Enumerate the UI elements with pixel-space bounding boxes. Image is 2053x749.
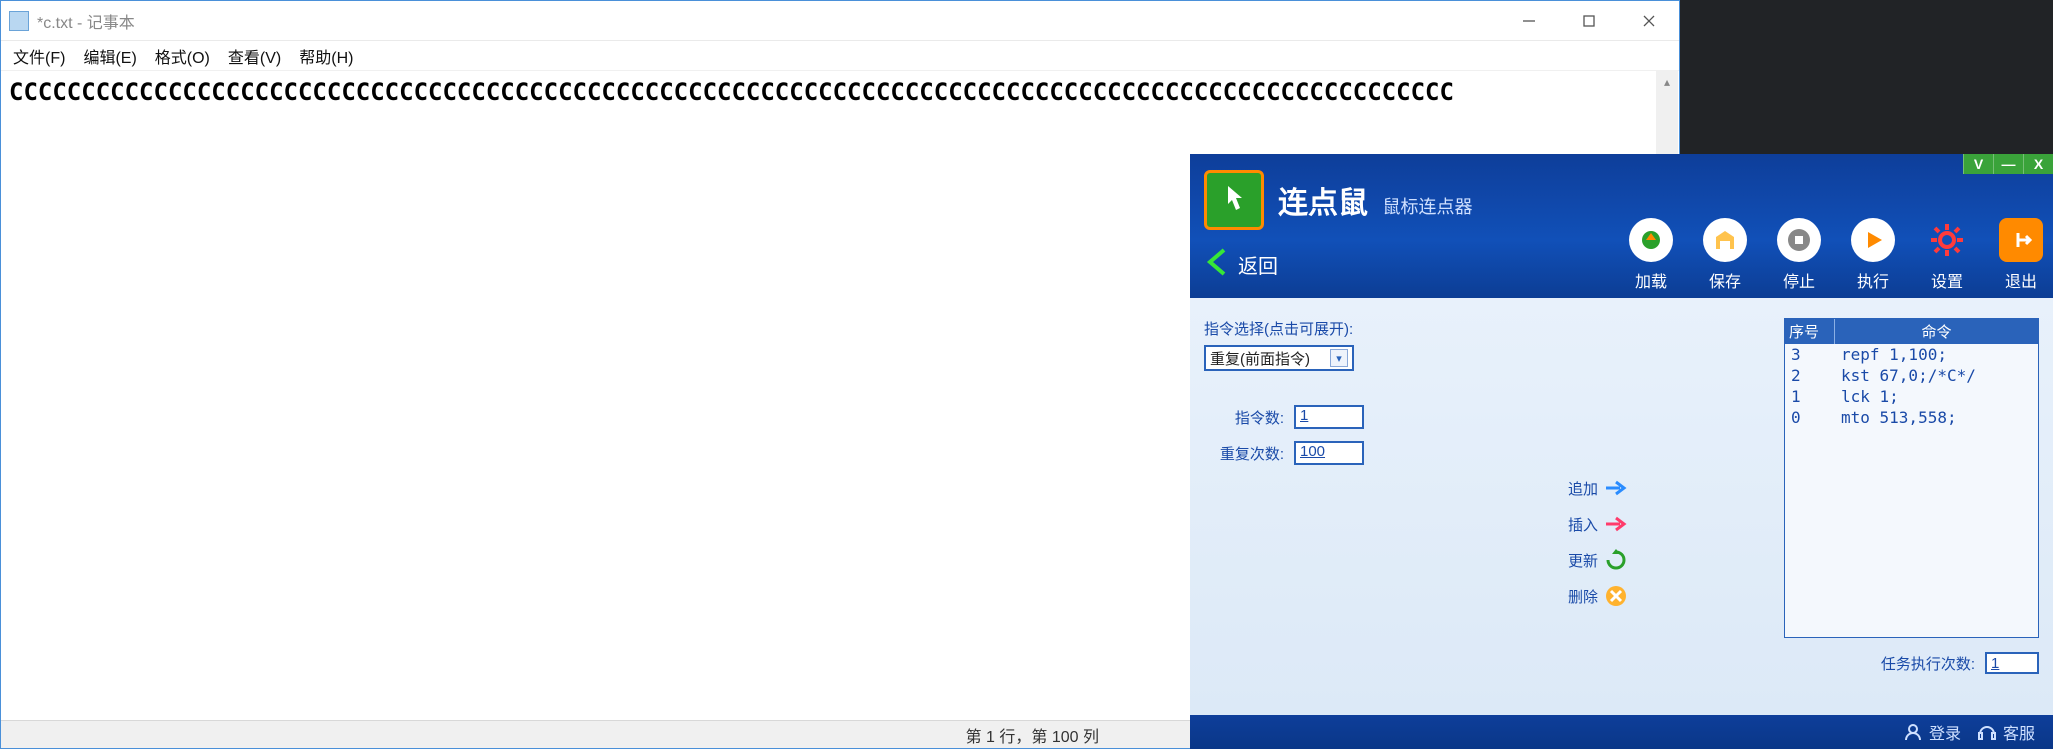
run-icon <box>1851 218 1895 262</box>
version-button[interactable]: V <box>1963 154 1993 174</box>
stop-button[interactable]: 停止 <box>1777 218 1821 292</box>
notepad-menubar: 文件(F) 编辑(E) 格式(O) 查看(V) 帮助(H) <box>1 41 1679 71</box>
user-icon <box>1903 722 1923 742</box>
select-label: 指令选择(点击可展开): <box>1204 318 1774 339</box>
row-actions: 追加 插入 更新 删除 <box>1568 476 1628 608</box>
headset-icon <box>1977 722 1997 742</box>
toolbar: 加载 保存 停止 执行 <box>1629 218 2043 292</box>
table-row[interactable]: 2kst 67,0;/*C*/ <box>1785 365 2038 386</box>
close-button[interactable]: X <box>2023 154 2053 174</box>
col-cmd: 命令 <box>1835 319 2038 344</box>
app-logo-icon <box>1204 170 1264 230</box>
table-row[interactable]: 3repf 1,100; <box>1785 344 2038 365</box>
stop-icon <box>1777 218 1821 262</box>
minimize-button[interactable] <box>1499 1 1559 41</box>
arrow-right-red-icon <box>1604 512 1628 536</box>
clicker-window: V — X 连点鼠 鼠标连点器 返回 加载 <box>1190 154 2053 749</box>
notepad-titlebar[interactable]: *c.txt - 记事本 <box>1 1 1679 41</box>
run-button[interactable]: 执行 <box>1851 218 1895 292</box>
delete-button[interactable]: 删除 <box>1568 584 1628 608</box>
back-arrow-icon <box>1204 246 1232 283</box>
clicker-footer: 登录 客服 <box>1190 715 2053 749</box>
load-button[interactable]: 加载 <box>1629 218 1673 292</box>
task-count-label: 任务执行次数: <box>1881 653 1975 674</box>
app-title: 连点鼠 <box>1278 187 1368 220</box>
maximize-button[interactable] <box>1559 1 1619 41</box>
notepad-icon <box>9 11 29 31</box>
cmd-count-label: 指令数: <box>1204 407 1294 428</box>
support-button[interactable]: 客服 <box>1977 720 2035 744</box>
task-count-input[interactable] <box>1985 652 2039 674</box>
exit-button[interactable]: 退出 <box>1999 218 2043 292</box>
arrow-right-blue-icon <box>1604 476 1628 500</box>
col-seq: 序号 <box>1785 319 1835 344</box>
table-row[interactable]: 1lck 1; <box>1785 386 2038 407</box>
command-table: 序号 命令 3repf 1,100;2kst 67,0;/*C*/1lck 1;… <box>1784 318 2039 638</box>
command-select-value: 重复(前面指令) <box>1210 348 1310 369</box>
minimize-button[interactable]: — <box>1993 154 2023 174</box>
update-button[interactable]: 更新 <box>1568 548 1628 572</box>
repeat-label: 重复次数: <box>1204 443 1294 464</box>
save-button[interactable]: 保存 <box>1703 218 1747 292</box>
delete-x-icon <box>1604 584 1628 608</box>
insert-button[interactable]: 插入 <box>1568 512 1628 536</box>
table-row[interactable]: 0mto 513,558; <box>1785 407 2038 428</box>
clicker-header: 连点鼠 鼠标连点器 返回 加载 保存 <box>1190 154 2053 298</box>
exit-icon <box>1999 218 2043 262</box>
chevron-down-icon[interactable]: ▾ <box>1330 349 1348 367</box>
menu-file[interactable]: 文件(F) <box>7 42 71 70</box>
menu-help[interactable]: 帮助(H) <box>293 42 359 70</box>
gear-icon <box>1925 218 1969 262</box>
notepad-title: *c.txt - 记事本 <box>37 9 1499 33</box>
clicker-body: 指令选择(点击可展开): 重复(前面指令) ▾ 指令数: 1 重复次数: 100… <box>1190 298 2053 715</box>
menu-edit[interactable]: 编辑(E) <box>77 42 142 70</box>
app-subtitle: 鼠标连点器 <box>1382 197 1472 217</box>
settings-button[interactable]: 设置 <box>1925 218 1969 292</box>
load-icon <box>1629 218 1673 262</box>
scroll-up-icon[interactable]: ▴ <box>1656 71 1678 93</box>
command-list-panel: 序号 命令 3repf 1,100;2kst 67,0;/*C*/1lck 1;… <box>1784 318 2039 715</box>
repeat-input[interactable]: 100 <box>1294 441 1364 465</box>
back-label: 返回 <box>1238 250 1278 279</box>
command-config-panel: 指令选择(点击可展开): 重复(前面指令) ▾ 指令数: 1 重复次数: 100… <box>1204 318 1774 715</box>
login-button[interactable]: 登录 <box>1903 720 1961 744</box>
menu-view[interactable]: 查看(V) <box>222 42 287 70</box>
menu-format[interactable]: 格式(O) <box>149 42 216 70</box>
back-button[interactable]: 返回 <box>1204 246 1278 283</box>
refresh-icon <box>1604 548 1628 572</box>
save-icon <box>1703 218 1747 262</box>
cmd-count-input[interactable]: 1 <box>1294 405 1364 429</box>
append-button[interactable]: 追加 <box>1568 476 1628 500</box>
command-select[interactable]: 重复(前面指令) ▾ <box>1204 345 1354 371</box>
close-button[interactable] <box>1619 1 1679 41</box>
